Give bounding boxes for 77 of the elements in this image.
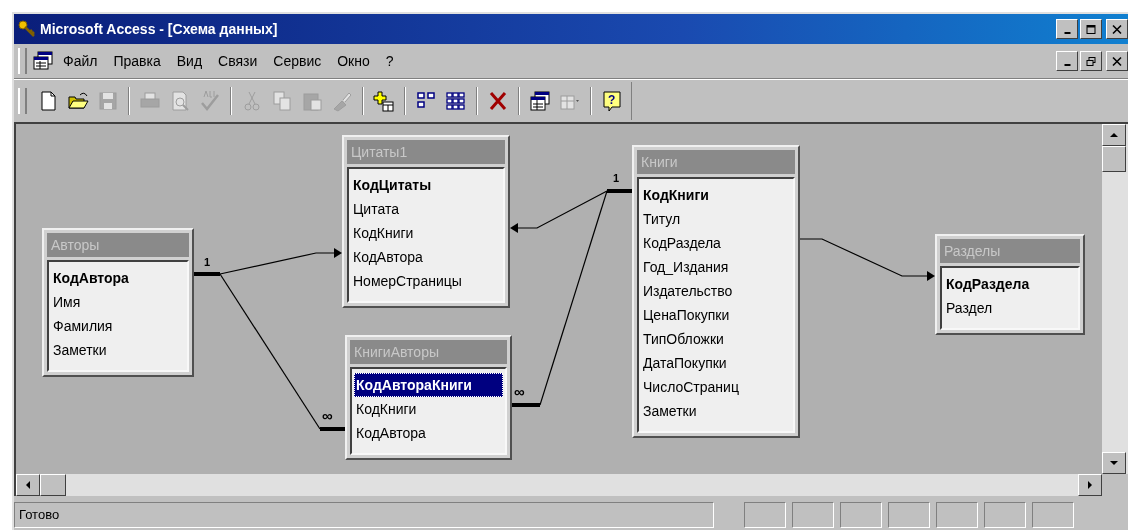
field-item[interactable]: КодРаздела [641, 231, 791, 255]
scroll-thumb[interactable] [40, 474, 66, 496]
table-window[interactable]: Авторы КодАвтора Имя Фамилия Заметки [42, 228, 194, 377]
relationship-arrow[interactable] [799, 238, 935, 281]
table-window[interactable]: Разделы КодРаздела Раздел [935, 234, 1085, 335]
window-title: Microsoft Access - [Схема данных] [40, 21, 278, 37]
cardinality-label: ∞ [322, 410, 333, 422]
maximize-button[interactable] [1080, 19, 1102, 39]
scroll-right-icon[interactable] [1078, 474, 1102, 496]
status-panel [984, 502, 1026, 528]
field-item[interactable]: ДатаПокупки [641, 351, 791, 375]
table-window[interactable]: Цитаты1 КодЦитаты Цитата КодКниги КодАвтора НомерСтраницы [342, 135, 510, 308]
scroll-up-icon[interactable] [1102, 124, 1126, 146]
field-item[interactable]: ЦенаПокупки [641, 303, 791, 327]
field-item[interactable]: Год_Издания [641, 255, 791, 279]
field-item[interactable]: КодКниги [354, 397, 503, 421]
minimize-icon [1063, 32, 1071, 34]
restore-button[interactable] [1080, 51, 1102, 71]
field-item[interactable]: ЧислоСтраниц [641, 375, 791, 399]
status-panel [840, 502, 882, 528]
table-window[interactable]: Книги КодКниги Титул КодРаздела Год_Издания Издательство ЦенаПокупки ТипОбложки ДатаПокупки ЧислоСтраниц Заметки [632, 145, 800, 438]
menubar-grip[interactable] [18, 48, 27, 74]
field-item[interactable]: КодАвтора [351, 245, 501, 269]
vertical-scrollbar[interactable] [1102, 124, 1128, 474]
close-icon [1112, 23, 1122, 35]
status-panel [792, 502, 834, 528]
field-item[interactable]: КодАвтораКниги [354, 373, 503, 397]
field-item[interactable]: Заметки [641, 399, 791, 423]
relationship-arrow[interactable] [219, 248, 342, 275]
menu-item[interactable]: ? [385, 53, 394, 69]
status-panel [936, 502, 978, 528]
cardinality-label: ∞ [514, 386, 525, 398]
field-item[interactable]: Заметки [51, 338, 185, 362]
scroll-thumb[interactable] [1102, 146, 1126, 172]
field-item[interactable]: Раздел [944, 296, 1076, 320]
field-item[interactable]: Имя [51, 290, 185, 314]
field-item[interactable]: КодАвтора [51, 266, 185, 290]
table-window-icon[interactable] [33, 51, 55, 71]
table-window[interactable]: КнигиАвторы КодАвтораКниги КодКниги КодАвтора [345, 335, 512, 460]
menu-item[interactable]: Связи [218, 53, 258, 69]
maximize-icon [1086, 23, 1096, 35]
cardinality-label: 1 [613, 172, 620, 184]
minimize-icon [1063, 64, 1071, 66]
field-item[interactable]: Фамилия [51, 314, 185, 338]
field-item[interactable]: КодАвтора [354, 421, 503, 445]
relationship-line[interactable] [512, 189, 632, 407]
menu-item[interactable]: Сервис [273, 53, 322, 69]
status-panel [888, 502, 930, 528]
menu-item[interactable]: Файл [63, 53, 98, 69]
minimize-button[interactable] [1056, 19, 1078, 39]
field-item[interactable]: ТипОбложки [641, 327, 791, 351]
field-item[interactable]: КодРаздела [944, 272, 1076, 296]
close-icon [1112, 55, 1122, 67]
scroll-left-icon[interactable] [16, 474, 40, 496]
minimize-button[interactable] [1056, 51, 1078, 71]
close-button[interactable] [1106, 51, 1128, 71]
menu-item[interactable]: Окно [337, 53, 370, 69]
field-item[interactable]: Цитата [351, 197, 501, 221]
menu-item[interactable]: Вид [176, 53, 203, 69]
horizontal-scrollbar[interactable] [14, 474, 1102, 496]
field-item[interactable]: КодКниги [351, 221, 501, 245]
scroll-down-icon[interactable] [1102, 452, 1126, 474]
field-item[interactable]: Издательство [641, 279, 791, 303]
menu-item[interactable]: Правка [113, 53, 161, 69]
relationship-arrow[interactable] [510, 190, 608, 233]
field-item[interactable]: НомерСтраницы [351, 269, 501, 293]
status-text: Готово [14, 502, 714, 528]
toolbar-grip[interactable] [18, 88, 27, 114]
field-item[interactable]: Титул [641, 207, 791, 231]
field-item[interactable]: КодКниги [641, 183, 791, 207]
cardinality-label: 1 [204, 256, 211, 268]
status-panel [1032, 502, 1074, 528]
key-icon [18, 20, 36, 38]
status-panel [744, 502, 786, 528]
field-item[interactable]: КодЦитаты [351, 173, 501, 197]
close-button[interactable] [1106, 19, 1128, 39]
restore-icon [1086, 55, 1096, 67]
